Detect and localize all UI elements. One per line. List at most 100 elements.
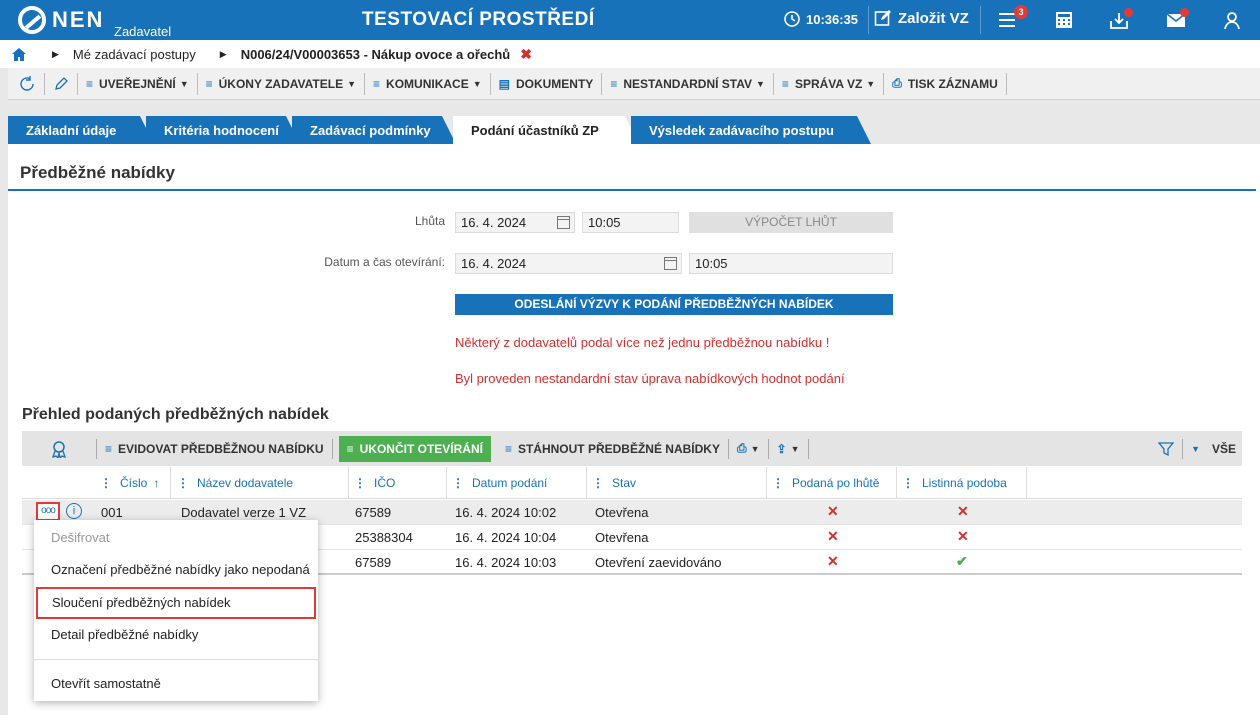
filter-all-button[interactable]: ▼ VŠE [1183, 438, 1242, 460]
menu-item-desifrovat: Dešifrovat [51, 530, 110, 545]
logo-mark [18, 6, 46, 34]
menu-item-detail[interactable]: Detail předběžné nabídky [34, 619, 318, 651]
calendar-icon[interactable] [557, 216, 570, 229]
odeslani-vyzvy-button[interactable]: ODESLÁNÍ VÝZVY K PODÁNÍ PŘEDBĚŽNÝCH NABÍ… [455, 294, 893, 315]
lhuta-label: Lhůta [414, 214, 445, 228]
col-listinna[interactable]: ⋮ Listinná podoba [902, 476, 1007, 490]
close-icon[interactable]: ✖ [520, 46, 532, 63]
col-stav[interactable]: ⋮ Stav [592, 476, 636, 490]
caret-down-icon: ▼ [1191, 443, 1200, 454]
ukoncit-otevirani-button[interactable]: ≡ UKONČIT OTEVÍRÁNÍ [338, 435, 491, 462]
grid-toolbar: ≡ EVIDOVAT PŘEDBĚŽNOU NABÍDKU ≡ UKONČIT OT… [22, 431, 1242, 466]
otevirani-time-field[interactable]: 10:05 [689, 253, 893, 274]
notification-badge: 3 [1014, 5, 1028, 19]
col-ico[interactable]: ⋮ IČO [354, 476, 395, 490]
tab-kriteria-hodnoceni[interactable]: Kritéria hodnocení [146, 116, 300, 144]
cross-icon: ✕ [957, 503, 969, 519]
cross-icon: ✕ [827, 553, 839, 569]
menu-item-slouceni[interactable]: Sloučení předběžných nabídek [36, 587, 316, 619]
export-menu-button[interactable]: ⇪ ▼ [769, 438, 808, 460]
cell-ico: 67589 [355, 555, 392, 570]
col-po-lhute[interactable]: ⋮ Podaná po lhůtě [772, 476, 879, 490]
top-bar: NEN Zadavatel TESTOVACÍ PROSTŘEDÍ 10:36:… [0, 0, 1260, 40]
col-datum[interactable]: ⋮ Datum podání [452, 476, 547, 490]
list-icon: ≡ [346, 441, 354, 456]
info-icon[interactable]: i [66, 503, 82, 519]
calendar-icon[interactable] [664, 257, 677, 270]
calculator-icon[interactable] [1052, 9, 1076, 31]
menu-ukony-zadavatele[interactable]: ≡ ÚKONY ZADAVATELE ▼ [198, 72, 366, 95]
cell-nazev: Dodavatel verze 1 VZ [181, 505, 307, 520]
user-icon[interactable] [1220, 9, 1244, 31]
edit-button[interactable] [45, 72, 78, 95]
lhuta-time-field[interactable]: 10:05 [582, 212, 679, 233]
column-separator [170, 467, 171, 499]
breadcrumb-item-postupy[interactable]: Mé zadávací postupy [73, 47, 196, 62]
row-actions-button[interactable]: ooo [36, 502, 60, 521]
tab-podani-ucastniku[interactable]: Podání účastníků ZP [453, 116, 639, 144]
column-menu-icon[interactable]: ⋮ [592, 476, 604, 490]
column-menu-icon[interactable]: ⋮ [452, 476, 464, 490]
col-po-lhute-label: Podaná po lhůtě [792, 476, 880, 490]
nen-logo[interactable]: NEN [18, 5, 104, 35]
column-menu-icon[interactable]: ⋮ [100, 476, 112, 490]
environment-title: TESTOVACÍ PROSTŘEDÍ [362, 9, 595, 30]
create-vz-button[interactable]: Založit VZ [874, 9, 969, 27]
filter-button[interactable] [1150, 438, 1182, 460]
col-listinna-label: Listinná podoba [922, 476, 1007, 490]
column-separator [896, 467, 897, 499]
menu-nestandardni-stav[interactable]: ≡ NESTANDARDNÍ STAV ▼ [602, 72, 774, 95]
column-menu-icon[interactable]: ⋮ [354, 476, 366, 490]
caret-down-icon: ▼ [866, 78, 876, 89]
print-icon: ⎙ [736, 441, 747, 455]
chevron-right-icon: ▶ [52, 48, 59, 59]
lhuta-date-field[interactable]: 16. 4. 2024 [455, 212, 575, 233]
menu-komunikace[interactable]: ≡ KOMUNIKACE ▼ [365, 72, 491, 95]
evidovat-button[interactable]: ≡ EVIDOVAT PŘEDBĚŽNOU NABÍDKU [97, 438, 332, 460]
otevirani-date-field[interactable]: 16. 4. 2024 [455, 253, 682, 274]
col-nazev-label: Název dodavatele [197, 476, 294, 490]
menu-item-otevrit-samostatne[interactable]: Otevřít samostatně [34, 668, 318, 700]
refresh-button[interactable] [8, 72, 45, 95]
vypocet-lhut-button[interactable]: VÝPOČET LHŮT [689, 212, 893, 233]
col-cislo[interactable]: ⋮ Číslo ↑ [100, 476, 159, 490]
sort-asc-icon: ↑ [153, 476, 160, 490]
menu-sprava-vz[interactable]: ≡ SPRÁVA VZ ▼ [774, 72, 885, 95]
inbox-alert-dot [1124, 8, 1133, 17]
column-separator [348, 467, 349, 499]
logo-subtitle: Zadavatel [114, 24, 172, 39]
tab-zakladni-udaje[interactable]: Základní údaje [8, 116, 154, 144]
otevirani-label: Datum a čas otevírání: [324, 255, 445, 269]
tab-vysledek[interactable]: Výsledek zadávacího postupu [631, 116, 871, 144]
column-menu-icon[interactable]: ⋮ [902, 476, 914, 490]
cell-stav: Otevřena [595, 505, 649, 520]
cell-datum: 16. 4. 2024 10:03 [455, 555, 557, 570]
print-menu-button[interactable]: ⎙ ▼ [729, 438, 768, 460]
award-button[interactable] [22, 438, 96, 460]
caret-down-icon: ▼ [347, 78, 357, 89]
col-nazev[interactable]: ⋮ Název dodavatele [177, 476, 293, 490]
list-icon: ≡ [373, 76, 381, 91]
column-menu-icon[interactable]: ⋮ [772, 476, 784, 490]
share-icon: ⇪ [776, 441, 787, 456]
menu-dokumenty[interactable]: ▤ DOKUMENTY [491, 72, 603, 95]
tisk-label: TISK ZÁZNAMU [907, 76, 998, 91]
menu-tisk-zaznamu[interactable]: ⎙ TISK ZÁZNAMU [884, 72, 1007, 95]
menu-uverejneni[interactable]: ≡ UVEŘEJNĚNÍ ▼ [78, 72, 198, 95]
list-icon: ≡ [504, 441, 512, 456]
column-menu-icon[interactable]: ⋮ [177, 476, 189, 490]
cell-datum: 16. 4. 2024 10:04 [455, 530, 557, 545]
tab-zadavaci-podminky[interactable]: Zadávací podmínky [292, 116, 456, 144]
menu-item-oznaceni-nepodana[interactable]: Označení předběžné nabídky jako nepodaná [34, 554, 318, 586]
award-icon [51, 440, 67, 458]
ukony-label: ÚKONY ZADAVATELE [218, 76, 344, 91]
edit-icon [874, 10, 891, 26]
list-icon: ≡ [105, 441, 113, 456]
breadcrumb: ▶ Mé zadávací postupy ▶ N006/24/V0000365… [0, 40, 1260, 68]
stahnout-button[interactable]: ≡ STÁHNOUT PŘEDBĚŽNÉ NABÍDKY [497, 438, 728, 460]
home-icon[interactable] [12, 47, 26, 61]
grid-title: Přehled podaných předběžných nabídek [22, 406, 329, 423]
grid-header: ⋮ Číslo ↑ ⋮ Název dodavatele ⋮ IČO ⋮ Datum po… [22, 467, 1242, 499]
caret-down-icon: ▼ [472, 78, 482, 89]
uverejneni-label: UVEŘEJNĚNÍ [99, 76, 176, 91]
